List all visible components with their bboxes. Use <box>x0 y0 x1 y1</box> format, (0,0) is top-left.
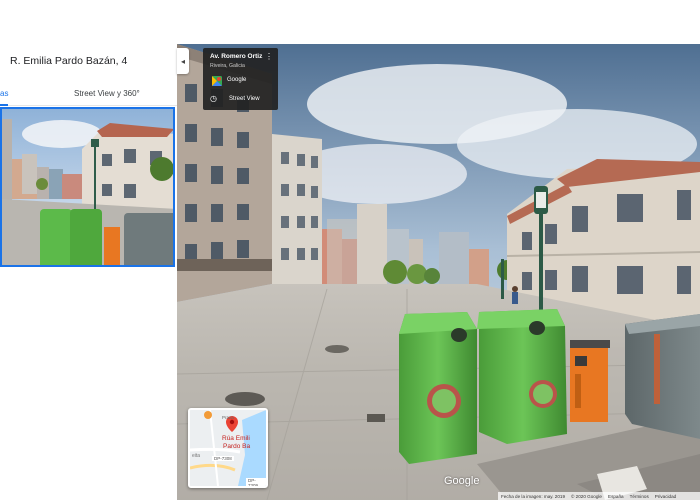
tab-active-indicator <box>0 104 8 106</box>
google-watermark: Google <box>444 475 480 487</box>
street-view-thumbnail[interactable] <box>0 107 175 267</box>
google-link[interactable]: Google <box>227 77 246 83</box>
minimap-street-label-2: Pardo Ba <box>223 443 251 450</box>
thumbnail-scene <box>2 109 173 265</box>
tab-bar: as Street View y 360° <box>0 86 177 106</box>
image-date: Fecha de la imagen: may. 2019 <box>501 493 566 499</box>
tab-street-view[interactable]: Street View y 360° <box>74 89 140 98</box>
minimap-road-label-1: DP-7308 <box>212 456 234 461</box>
location-info-card: Av. Romero Ortiz Riveira, Galicia ⋮ Goog… <box>203 48 278 110</box>
privacy-link[interactable]: Privacidad <box>655 494 676 499</box>
app-root: R. Emilia Pardo Bazán, 4 as Street View … <box>0 0 700 500</box>
minimap-road-label-2: DP-7309 <box>246 478 266 486</box>
minimap-town-label: eita <box>192 453 201 459</box>
tab-photos[interactable]: as <box>0 89 8 98</box>
attribution-footer: Fecha de la imagen: may. 2019 © 2020 Goo… <box>498 492 700 500</box>
collapse-panel-button[interactable]: ◂ <box>177 48 189 74</box>
minimap-street-label-1: Rúa Emili <box>222 435 250 442</box>
terms-link[interactable]: Términos <box>630 494 649 499</box>
country-link[interactable]: España <box>608 494 624 499</box>
clock-icon[interactable]: ◷ <box>210 94 217 103</box>
place-title: R. Emilia Pardo Bazán, 4 <box>10 55 128 67</box>
place-panel: R. Emilia Pardo Bazán, 4 as Street View … <box>0 0 177 500</box>
more-options-icon[interactable]: ⋮ <box>265 52 273 61</box>
street-title: Av. Romero Ortiz <box>210 53 263 60</box>
street-subtitle: Riveira, Galicia <box>210 63 245 69</box>
google-maps-icon <box>212 76 222 86</box>
minimap-place-label: Praza <box>222 415 234 420</box>
minimap[interactable]: Praza Rúa Emili Pardo Ba DP-7308 DP-7309… <box>188 408 268 488</box>
street-view-label: Street View <box>229 96 260 102</box>
copyright: © 2020 Google <box>571 493 602 499</box>
